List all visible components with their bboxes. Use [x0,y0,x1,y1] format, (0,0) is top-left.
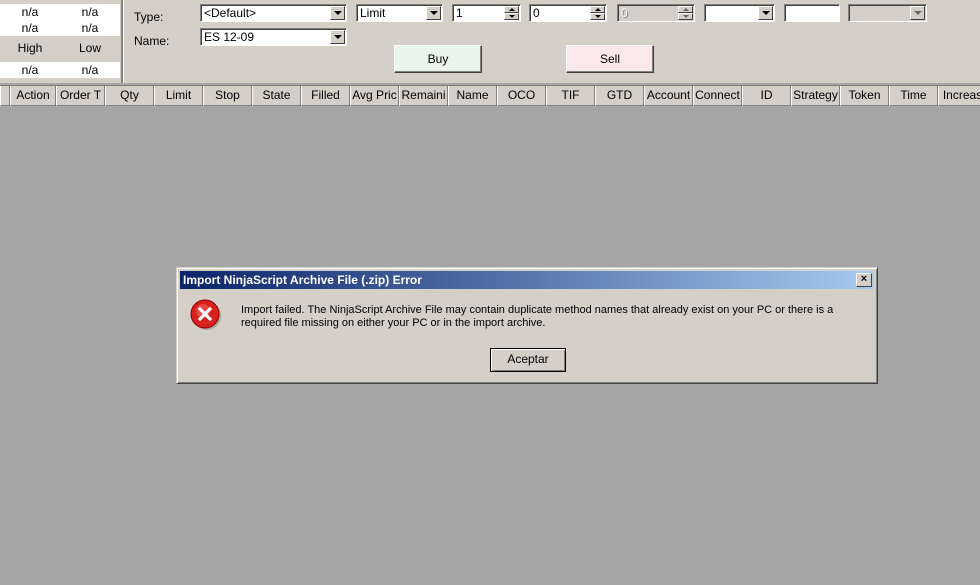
order-type-value: Limit [360,6,386,20]
panel-divider [121,0,124,83]
chevron-down-icon [910,6,925,20]
sell-button[interactable]: Sell [566,45,654,73]
column-header[interactable]: Account [644,86,693,106]
column-header[interactable]: State [252,86,301,106]
column-header[interactable]: Order T [56,86,105,106]
error-dialog: Import NinjaScript Archive File (.zip) E… [176,267,878,384]
column-header[interactable]: Token [840,86,889,106]
account-combo [848,4,927,22]
quote-row: n/a n/a [0,4,120,20]
column-header[interactable]: Action [10,86,56,106]
column-header[interactable]: Filled [301,86,350,106]
spin-up-icon[interactable] [590,6,605,13]
quote-value: n/a [21,5,39,19]
buy-button[interactable]: Buy [394,45,482,73]
quote-value: n/a [21,21,39,35]
dialog-titlebar[interactable]: Import NinjaScript Archive File (.zip) E… [180,271,874,289]
error-message: Import failed. The NinjaScript Archive F… [241,304,834,329]
instrument-combo[interactable]: ES 12-09 [200,28,347,46]
quantity-value: 1 [456,6,463,20]
type-combo[interactable]: <Default> [200,4,347,22]
quantity-spinner[interactable]: 1 [452,4,521,22]
stop-price-spinner: 0 [617,4,695,22]
chevron-down-icon[interactable] [330,6,345,20]
high-label: High [17,41,43,55]
column-header[interactable]: Qty [105,86,154,106]
dialog-title: Import NinjaScript Archive File (.zip) E… [183,273,422,287]
column-header[interactable]: Limit [154,86,203,106]
limit-price-value: 0 [533,6,540,20]
column-header[interactable]: OCO [497,86,546,106]
low-label: Low [78,41,101,55]
column-header[interactable]: GTD [595,86,644,106]
quote-value: n/a [81,21,99,35]
quote-panel: n/a n/a n/a n/a High Low n/a n/a [0,0,122,83]
spin-down-icon[interactable] [590,13,605,20]
order-type-combo[interactable]: Limit [356,4,443,22]
chevron-down-icon[interactable] [426,6,441,20]
column-header[interactable] [0,86,10,106]
orders-grid-header: Action Order T Qty Limit Stop State Filled Avg … [0,85,980,106]
quote-header-row: High Low [0,40,120,56]
column-header[interactable]: Strategy [791,86,840,106]
spin-up-icon[interactable] [504,6,519,13]
type-combo-value: <Default> [204,6,257,20]
name-label: Name: [134,34,170,48]
column-header[interactable]: ID [742,86,791,106]
high-value: n/a [21,63,39,77]
text-field[interactable] [784,4,840,22]
column-header[interactable]: Name [448,86,497,106]
stop-price-value: 0 [621,6,628,20]
order-entry-panel: n/a n/a n/a n/a High Low n/a n/a Type: N… [0,0,980,83]
quote-row: n/a n/a [0,20,120,36]
quote-row: n/a n/a [0,62,120,78]
chevron-down-icon[interactable] [330,30,345,44]
chevron-down-icon[interactable] [758,6,773,20]
column-header[interactable]: Stop [203,86,252,106]
column-header[interactable]: Avg Pric [350,86,399,106]
column-header[interactable]: Increas [938,86,980,106]
column-header[interactable]: Connect [693,86,742,106]
spin-down-icon[interactable] [504,13,519,20]
limit-price-spinner[interactable]: 0 [529,4,607,22]
column-header[interactable]: TIF [546,86,595,106]
spin-down-icon [678,13,693,20]
close-icon[interactable]: × [856,273,872,287]
column-header[interactable]: Time [889,86,938,106]
instrument-combo-value: ES 12-09 [204,30,255,44]
error-icon [190,299,221,330]
type-label: Type: [134,10,164,24]
quote-value: n/a [81,5,99,19]
ok-button[interactable]: Aceptar [490,348,566,372]
tif-combo[interactable] [704,4,775,22]
spin-up-icon [678,6,693,13]
low-value: n/a [81,63,99,77]
column-header[interactable]: Remaini [399,86,448,106]
